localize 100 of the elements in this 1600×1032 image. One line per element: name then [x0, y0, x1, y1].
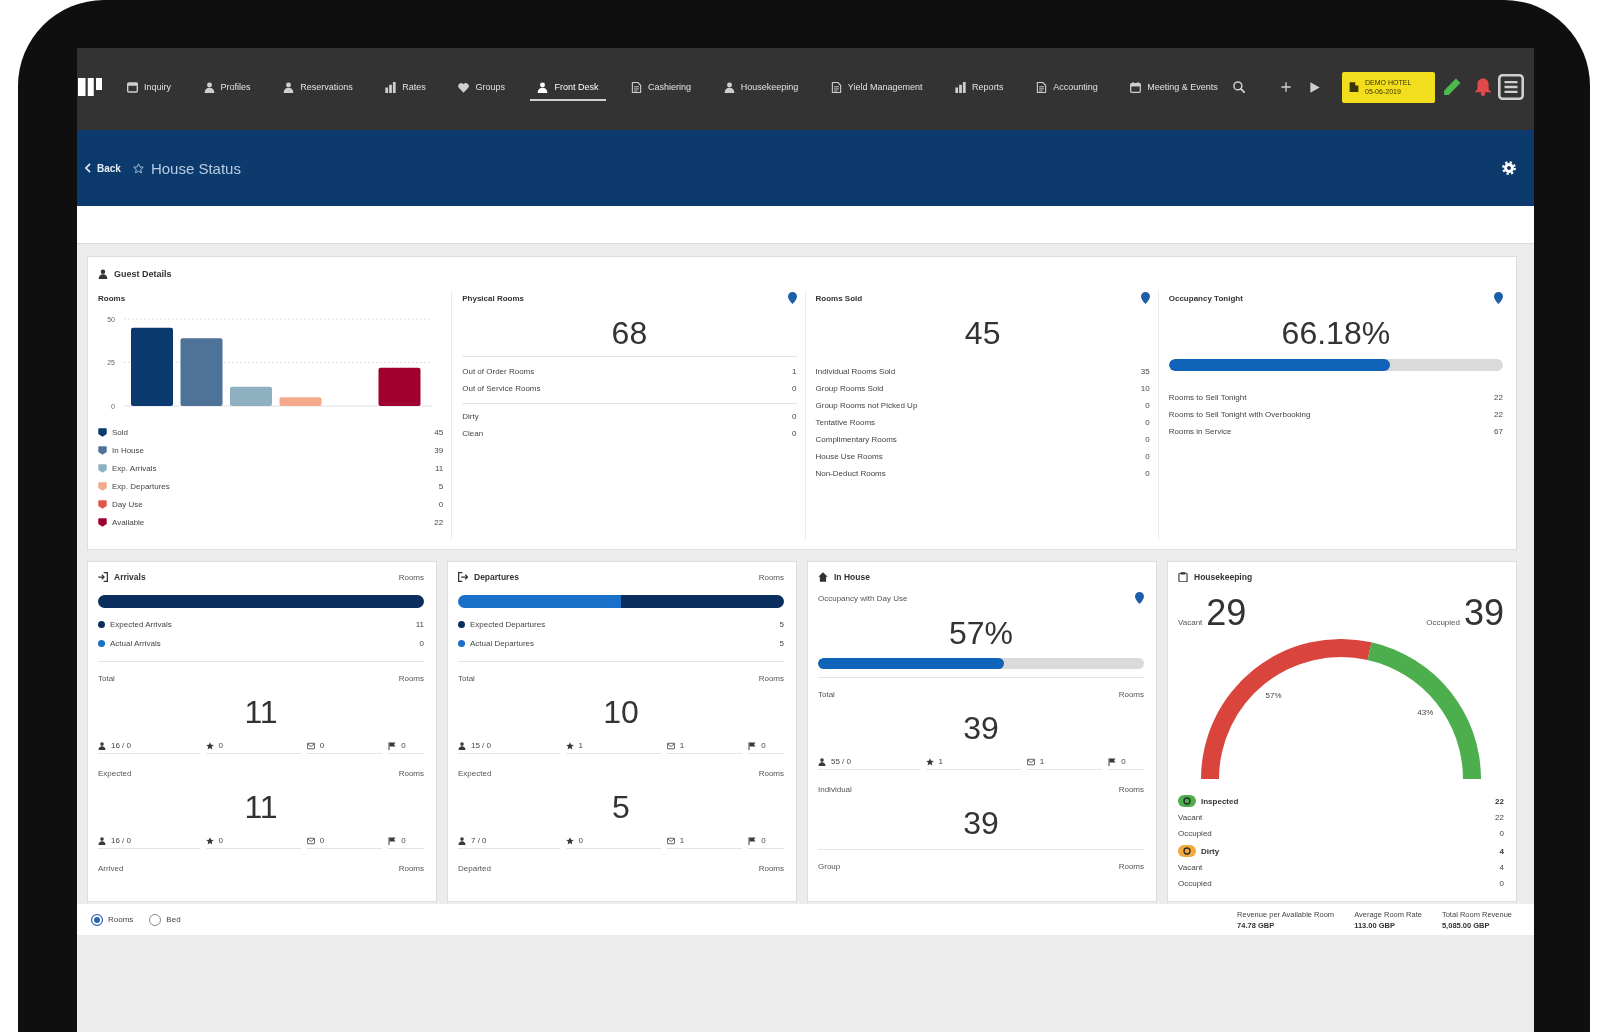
- legend-value: 0: [419, 639, 424, 648]
- stat-count: 1: [679, 836, 685, 845]
- nav-tab[interactable]: Profiles: [196, 73, 258, 101]
- section-unit: Rooms: [1118, 689, 1144, 699]
- stat-label: Group Rooms not Picked Up: [815, 401, 918, 410]
- nav-tab[interactable]: Front Desk: [530, 73, 606, 101]
- legend-label: Dirty: [1201, 846, 1220, 856]
- stat-count: 0: [578, 836, 584, 845]
- radio-button[interactable]: [149, 913, 162, 926]
- radio-label: Rooms: [108, 915, 134, 924]
- pin-icon[interactable]: [787, 292, 797, 304]
- stat-value: 0: [1499, 828, 1504, 838]
- clipboard-icon: [1178, 572, 1188, 582]
- back-link[interactable]: Back: [85, 162, 121, 174]
- search-icon[interactable]: [1233, 81, 1245, 93]
- section-unit: Rooms: [398, 863, 424, 873]
- tile-value: 66.18%: [1281, 314, 1391, 353]
- building-icon: [1349, 82, 1359, 92]
- legend-label: Available: [112, 517, 145, 527]
- panel-title: Guest Details: [114, 269, 172, 279]
- stat-count: 55 / 0: [831, 757, 851, 766]
- section-label: Individual: [818, 784, 852, 794]
- nav-tab[interactable]: Reports: [948, 73, 1011, 101]
- tile-value: 68: [611, 314, 648, 353]
- section-value: 39: [963, 805, 999, 841]
- tile-title: Physical Rooms: [462, 293, 525, 303]
- flag-icon: [388, 741, 397, 750]
- chart-bar: [230, 386, 272, 406]
- card-title: In House: [834, 572, 870, 582]
- person-icon: [537, 81, 549, 93]
- play-icon[interactable]: [1309, 81, 1320, 93]
- stat-count: 1: [1039, 757, 1045, 766]
- radio-label: Bed: [166, 915, 181, 924]
- nav-tab[interactable]: Yield Management: [823, 73, 930, 101]
- tile-title: Rooms Sold: [815, 293, 863, 303]
- star-icon[interactable]: [132, 162, 144, 174]
- envelope-icon: [666, 741, 675, 750]
- legend-value: 5: [779, 639, 784, 648]
- stat-count: 0: [218, 836, 224, 845]
- card-value: 57%: [948, 615, 1013, 651]
- legend-value: 5: [779, 620, 784, 629]
- stat-label: Out of Service Rooms: [462, 384, 541, 393]
- gauge-label: 57%: [1265, 690, 1282, 700]
- stat-count: 1: [578, 741, 584, 750]
- heart-icon: [458, 81, 470, 93]
- stat-value: 22: [1495, 812, 1504, 822]
- window-icon: [127, 81, 138, 93]
- stat-label: Occupied: [1178, 828, 1212, 838]
- section-label: Arrived: [98, 863, 124, 873]
- stat-label: Non-Deduct Rooms: [815, 469, 886, 478]
- chart-bar: [279, 397, 322, 406]
- legend-label: Exp. Departures: [112, 481, 170, 491]
- section-label: Total: [98, 673, 115, 683]
- legend-value: 39: [434, 445, 444, 455]
- stat-count: 0: [761, 741, 766, 750]
- stat-value: 0: [1145, 469, 1150, 478]
- pencil-icon[interactable]: [1443, 78, 1461, 96]
- nav-tab[interactable]: Housekeeping: [716, 73, 806, 101]
- nav-tab[interactable]: Rates: [378, 73, 433, 101]
- section-unit: Rooms: [758, 768, 784, 778]
- legend-label: Actual Departures: [470, 639, 535, 648]
- bell-icon[interactable]: [1474, 78, 1492, 96]
- envelope-icon: [306, 836, 315, 845]
- legend-label: Day Use: [112, 499, 143, 509]
- nav-tab[interactable]: Meeting & Events: [1123, 73, 1225, 101]
- person-icon: [98, 269, 108, 279]
- stat-count: 16 / 0: [111, 836, 131, 845]
- envelope-icon: [1026, 757, 1035, 766]
- bar-chart-icon: [385, 81, 397, 93]
- stat-label: Group Rooms Sold: [815, 384, 884, 393]
- stat-count: 0: [761, 836, 766, 845]
- radio-button[interactable]: [91, 913, 103, 926]
- person-icon: [458, 836, 466, 845]
- arrow-out-icon: [458, 572, 468, 582]
- nav-tab[interactable]: Accounting: [1029, 73, 1105, 101]
- gear-icon[interactable]: [1502, 161, 1516, 175]
- section-label: Total: [458, 673, 475, 683]
- stat-label: Vacant: [1178, 862, 1203, 872]
- stat-value: 10: [1140, 384, 1150, 393]
- stat-value: 67: [1494, 427, 1503, 436]
- card-title: Departures: [474, 572, 519, 582]
- nav-tab[interactable]: Reservations: [276, 73, 360, 101]
- plus-icon[interactable]: [1281, 82, 1291, 92]
- stat-value: 0: [792, 429, 797, 438]
- nav-tab[interactable]: Cashiering: [624, 73, 699, 101]
- pin-icon[interactable]: [1140, 292, 1150, 304]
- legend-value: 4: [1499, 846, 1504, 856]
- pin-icon[interactable]: [1135, 592, 1144, 604]
- legend-label: In House: [112, 445, 145, 455]
- envelope-icon: [666, 836, 675, 845]
- pin-icon[interactable]: [1494, 292, 1503, 304]
- person-icon: [458, 741, 466, 750]
- flag-icon: [388, 836, 397, 845]
- nav-tab[interactable]: Groups: [451, 73, 512, 101]
- stat-label: Vacant: [1178, 618, 1203, 627]
- nav-tab[interactable]: Inquiry: [120, 73, 178, 101]
- flag-icon: [748, 741, 757, 750]
- section-value: 5: [612, 789, 630, 825]
- star-icon: [205, 836, 214, 845]
- menu-icon[interactable]: [1498, 74, 1524, 100]
